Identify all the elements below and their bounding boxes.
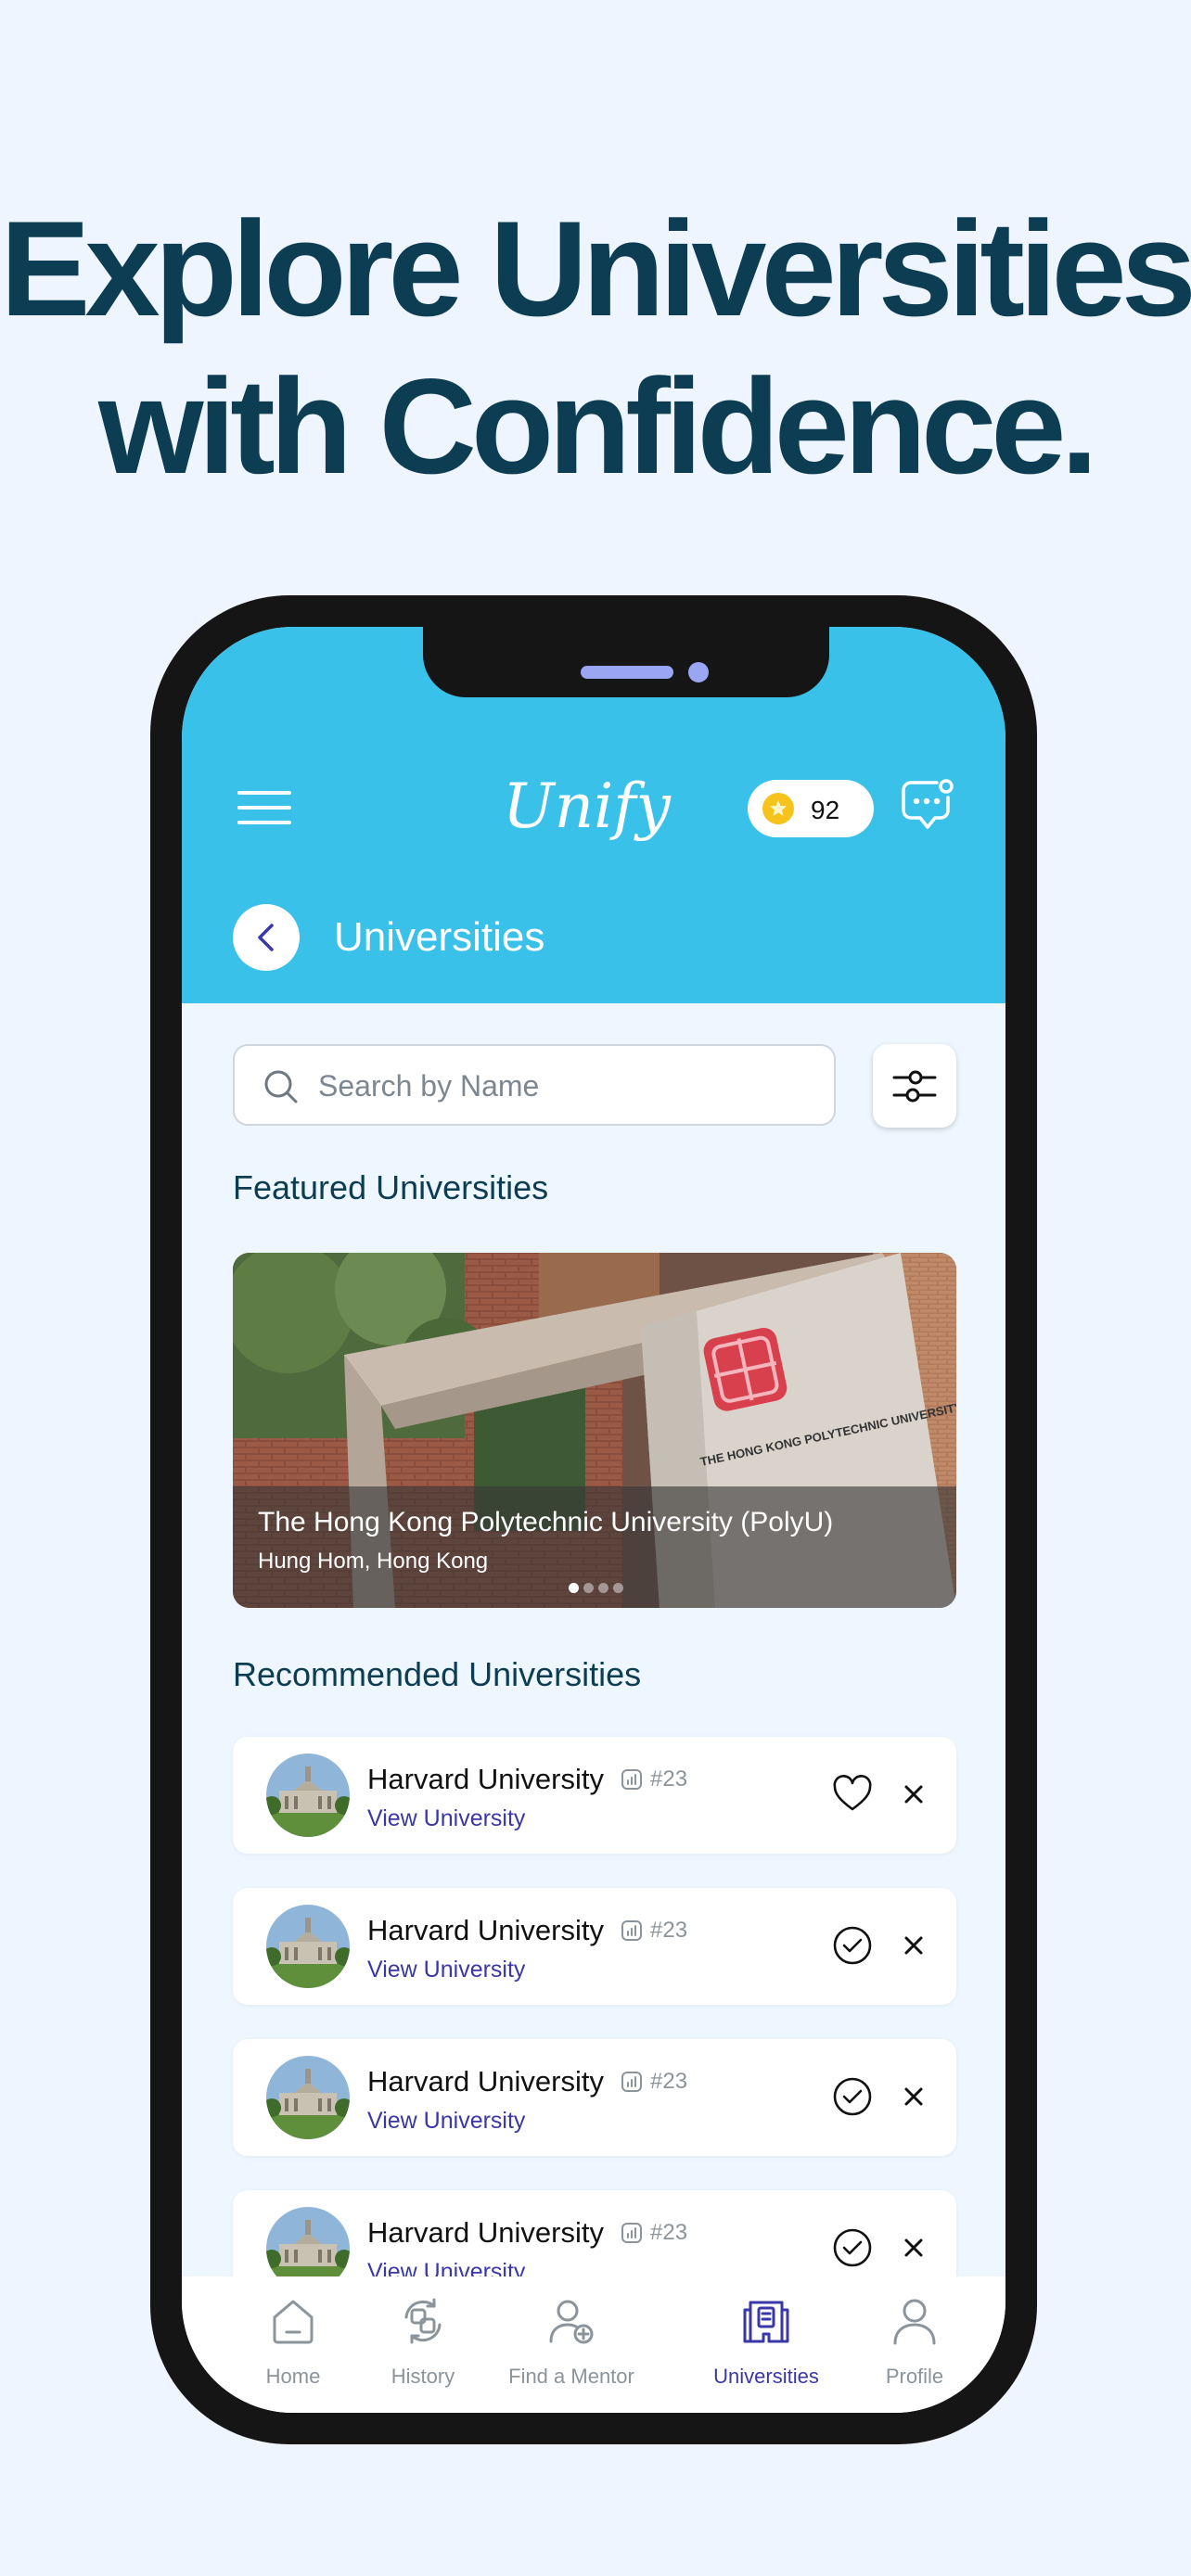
- rank-value: #23: [650, 2069, 688, 2094]
- hamburger-menu-icon[interactable]: [237, 789, 293, 826]
- coins-badge[interactable]: 92: [748, 780, 874, 837]
- check-circle-icon[interactable]: [832, 1925, 873, 1966]
- view-university-link[interactable]: View University: [367, 2106, 525, 2136]
- search-bar[interactable]: [233, 1044, 836, 1126]
- tab-home[interactable]: Home: [237, 2276, 349, 2413]
- universities-icon: [743, 2301, 789, 2343]
- heart-icon[interactable]: [832, 1774, 873, 1815]
- sliders-icon: [892, 1070, 937, 1103]
- recommended-university-card[interactable]: Harvard University #23 View University: [233, 2039, 956, 2156]
- carousel-dot[interactable]: [583, 1583, 594, 1593]
- speaker-grille: [581, 666, 673, 679]
- tab-label-find-a-mentor: Find a Mentor: [508, 2365, 634, 2388]
- recommended-section-title: Recommended Universities: [233, 1655, 642, 1693]
- search-icon: [264, 1070, 298, 1103]
- search-input[interactable]: [316, 1063, 821, 1109]
- rank-value: #23: [650, 1766, 688, 1792]
- featured-caption: The Hong Kong Polytechnic University (Po…: [233, 1486, 956, 1608]
- university-name: Harvard University: [367, 2216, 604, 2249]
- tab-label-universities: Universities: [713, 2365, 819, 2388]
- profile-icon: [893, 2299, 936, 2345]
- dismiss-close-icon[interactable]: [901, 1781, 927, 1807]
- tab-universities[interactable]: Universities: [697, 2276, 836, 2413]
- view-university-link[interactable]: View University: [367, 1955, 525, 1984]
- featured-university-name: The Hong Kong Polytechnic University (Po…: [258, 1507, 834, 1537]
- carousel-dots[interactable]: [569, 1583, 624, 1594]
- university-name: Harvard University: [367, 1763, 604, 1795]
- headline-line-1: Explore Universities: [0, 193, 1191, 344]
- page-title: Universities: [334, 914, 545, 960]
- university-name: Harvard University: [367, 2065, 604, 2098]
- featured-section-title: Featured Universities: [233, 1168, 549, 1206]
- polyu-logo: [703, 1327, 788, 1411]
- tab-label-profile: Profile: [885, 2365, 944, 2388]
- front-camera: [688, 662, 709, 682]
- rank-value: #23: [650, 1918, 688, 1943]
- phone-notch: [423, 627, 829, 697]
- carousel-dot[interactable]: [598, 1583, 608, 1593]
- tab-history[interactable]: History: [367, 2276, 479, 2413]
- rank-value: #23: [650, 2220, 688, 2245]
- back-button[interactable]: [233, 904, 300, 971]
- university-thumbnail: [266, 2056, 350, 2139]
- history-icon: [404, 2298, 442, 2344]
- carousel-dot[interactable]: [613, 1583, 623, 1593]
- home-icon: [273, 2300, 314, 2344]
- recommended-university-card[interactable]: Harvard University #23 View University: [233, 1888, 956, 2005]
- featured-university-card[interactable]: THE HONG KONG POLYTECHNIC UNIVERSITY The…: [233, 1253, 956, 1608]
- featured-university-location: Hung Hom, Hong Kong: [258, 1549, 489, 1574]
- marketing-headline: Explore Universities with Confidence.: [0, 190, 1191, 505]
- tab-label-home: Home: [265, 2365, 321, 2388]
- chat-notification-icon[interactable]: [898, 775, 957, 835]
- check-circle-icon[interactable]: [832, 2227, 873, 2268]
- tab-profile[interactable]: Profile: [859, 2276, 970, 2413]
- dismiss-close-icon[interactable]: [901, 2235, 927, 2261]
- check-circle-icon[interactable]: [832, 2076, 873, 2117]
- dismiss-close-icon[interactable]: [901, 2084, 927, 2110]
- chevron-left-icon: [258, 924, 274, 951]
- star-coin-icon: [762, 793, 794, 824]
- tab-label-history: History: [391, 2365, 455, 2388]
- recommended-university-card[interactable]: Harvard University #23 View University: [233, 1737, 956, 1854]
- university-thumbnail: [266, 1905, 350, 1988]
- phone-frame: Unify 92 Universities Search by Name Fea…: [150, 595, 1037, 2444]
- phone-screen: Unify 92 Universities Search by Name Fea…: [182, 627, 1005, 2413]
- university-name: Harvard University: [367, 1914, 604, 1946]
- tab-find-a-mentor[interactable]: Find a Mentor: [497, 2276, 646, 2413]
- coins-count: 92: [811, 796, 840, 824]
- mentor-icon: [549, 2300, 594, 2344]
- filter-button[interactable]: [873, 1044, 956, 1128]
- view-university-link[interactable]: View University: [367, 1804, 525, 1833]
- dismiss-close-icon[interactable]: [901, 1932, 927, 1958]
- headline-line-2: with Confidence.: [98, 351, 1098, 502]
- university-thumbnail: [266, 1753, 350, 1837]
- carousel-dot[interactable]: [569, 1583, 579, 1593]
- bottom-tab-bar: Home History Find a Mentor Universities …: [182, 2276, 1005, 2413]
- app-logo: Unify: [503, 771, 671, 842]
